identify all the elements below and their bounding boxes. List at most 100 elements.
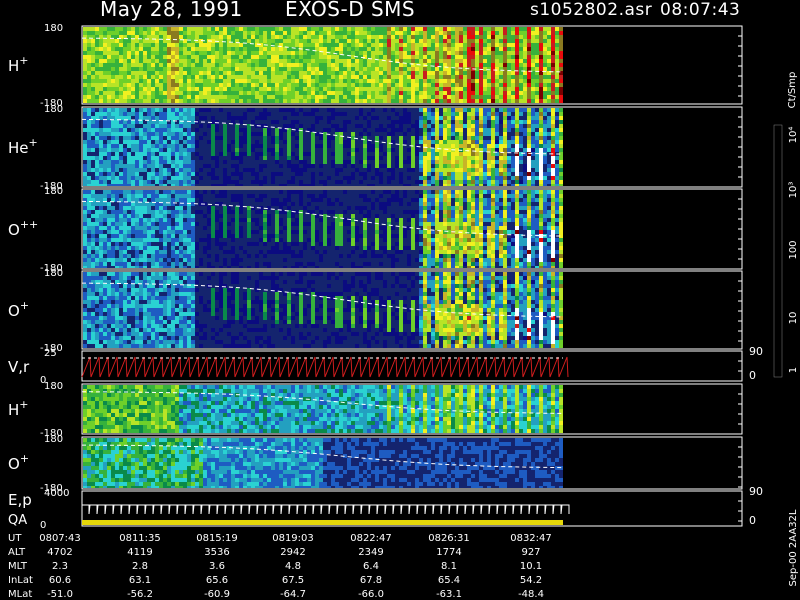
heatmap-cell bbox=[323, 108, 327, 112]
heatmap-cell bbox=[463, 27, 467, 31]
heatmap-cell bbox=[339, 144, 343, 148]
heatmap-cell bbox=[539, 43, 543, 47]
heatmap-cell bbox=[539, 172, 543, 176]
heatmap-cell bbox=[447, 160, 451, 164]
heatmap-cell bbox=[363, 35, 367, 39]
heatmap-cell bbox=[471, 71, 475, 75]
heatmap-cell bbox=[431, 136, 435, 140]
heatmap-cell bbox=[311, 79, 315, 83]
heatmap-cell bbox=[231, 160, 235, 164]
heatmap-cell bbox=[351, 172, 355, 176]
heatmap-cell bbox=[255, 31, 259, 35]
heatmap-cell bbox=[203, 172, 207, 176]
heatmap-cell bbox=[147, 128, 151, 132]
heatmap-cell bbox=[199, 79, 203, 83]
heatmap-cell bbox=[243, 63, 247, 67]
heatmap-cell bbox=[251, 152, 255, 156]
heatmap-cell bbox=[511, 108, 515, 112]
heatmap-cell bbox=[95, 31, 99, 35]
heatmap-cell bbox=[91, 230, 95, 234]
heatmap-cell bbox=[431, 124, 435, 128]
heatmap-cell bbox=[359, 47, 363, 51]
heatmap-cell bbox=[391, 152, 395, 156]
heatmap-cell bbox=[455, 87, 459, 91]
heatmap-cell bbox=[263, 144, 267, 148]
heatmap-cell bbox=[263, 172, 267, 176]
heatmap-cell bbox=[555, 184, 559, 186]
heatmap-cell bbox=[171, 51, 175, 55]
heatmap-cell bbox=[539, 168, 543, 172]
heatmap-cell bbox=[131, 55, 135, 59]
heatmap-cell bbox=[119, 238, 123, 242]
heatmap-cell bbox=[483, 168, 487, 172]
heatmap-cell bbox=[371, 43, 375, 47]
heatmap-cell bbox=[467, 124, 471, 128]
heatmap-cell bbox=[415, 51, 419, 55]
heatmap-cell bbox=[91, 164, 95, 168]
heatmap-cell bbox=[351, 87, 355, 91]
heatmap-cell bbox=[151, 67, 155, 71]
heatmap-cell bbox=[239, 51, 243, 55]
heatmap-cell bbox=[323, 95, 327, 99]
heatmap-cell bbox=[531, 51, 535, 55]
heatmap-cell bbox=[119, 47, 123, 51]
heatmap-cell bbox=[511, 71, 515, 75]
heatmap-cell bbox=[107, 27, 111, 31]
heatmap-cell bbox=[319, 35, 323, 39]
heatmap-cell bbox=[251, 51, 255, 55]
heatmap-cell bbox=[531, 172, 535, 176]
heatmap-cell bbox=[99, 120, 103, 124]
heatmap-cell bbox=[411, 168, 415, 172]
heatmap-cell bbox=[127, 79, 131, 83]
heatmap-cell bbox=[339, 156, 343, 160]
heatmap-cell bbox=[371, 124, 375, 128]
heatmap-cell bbox=[507, 83, 511, 87]
heatmap-cell bbox=[195, 99, 199, 103]
heatmap-cell bbox=[507, 124, 511, 128]
heatmap-cell bbox=[179, 120, 183, 124]
heatmap-cell bbox=[419, 120, 423, 124]
heatmap-cell bbox=[371, 136, 375, 140]
heatmap-cell bbox=[547, 27, 551, 31]
heatmap-cell bbox=[247, 116, 251, 120]
heatmap-cell bbox=[139, 132, 143, 136]
heatmap-cell bbox=[375, 31, 379, 35]
heatmap-cell bbox=[247, 164, 251, 168]
heatmap-cell bbox=[343, 148, 347, 152]
heatmap-cell bbox=[295, 120, 299, 124]
heatmap-cell bbox=[355, 184, 359, 186]
heatmap-cell bbox=[303, 79, 307, 83]
heatmap-cell bbox=[351, 108, 355, 112]
heatmap-cell bbox=[115, 144, 119, 148]
heatmap-cell bbox=[407, 79, 411, 83]
panel-He-1 bbox=[81, 106, 743, 188]
heatmap-cell bbox=[243, 27, 247, 31]
heatmap-cell bbox=[515, 140, 519, 144]
heatmap-cell bbox=[559, 128, 563, 132]
heatmap-cell bbox=[383, 31, 387, 35]
heatmap-cell bbox=[335, 120, 339, 124]
heatmap-cell bbox=[243, 108, 247, 112]
heatmap-cell bbox=[339, 71, 343, 75]
heatmap-cell bbox=[471, 176, 475, 180]
heatmap-cell bbox=[411, 180, 415, 184]
heatmap-cell bbox=[503, 71, 507, 75]
heatmap-cell bbox=[195, 124, 199, 128]
heatmap-cell bbox=[339, 168, 343, 172]
heatmap-cell bbox=[395, 79, 399, 83]
heatmap-cell bbox=[547, 128, 551, 132]
heatmap-cell bbox=[203, 43, 207, 47]
heatmap-cell bbox=[371, 164, 375, 168]
heatmap-cell bbox=[387, 91, 391, 95]
heatmap-cell bbox=[267, 140, 271, 144]
heatmap-cell bbox=[323, 116, 327, 120]
heatmap-cell bbox=[175, 128, 179, 132]
heatmap-cell bbox=[235, 176, 239, 180]
heatmap-cell bbox=[127, 194, 131, 198]
heatmap-cell bbox=[255, 27, 259, 31]
heatmap-cell bbox=[167, 140, 171, 144]
heatmap-cell bbox=[131, 59, 135, 63]
heatmap-cell bbox=[351, 132, 355, 136]
heatmap-cell bbox=[107, 148, 111, 152]
heatmap-cell bbox=[367, 152, 371, 156]
